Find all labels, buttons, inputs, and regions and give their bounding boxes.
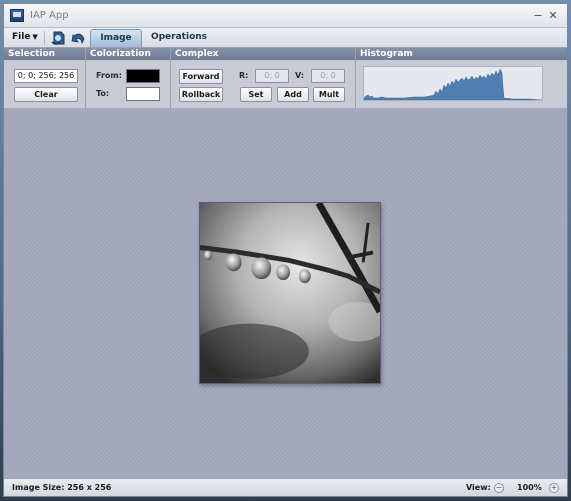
histogram-chart — [363, 66, 543, 101]
status-bar: Image Size: 256 x 256 View: − 100% + — [4, 478, 567, 496]
from-color-swatch[interactable] — [126, 69, 160, 83]
rollback-button[interactable]: Rollback — [179, 87, 223, 102]
file-menu-label: File — [12, 32, 31, 42]
colorization-header: Colorization — [86, 48, 170, 60]
undo-icon[interactable] — [70, 30, 86, 46]
menu-separator — [44, 31, 45, 45]
complex-header: Complex — [171, 48, 355, 60]
zoom-level: 100% — [517, 483, 542, 492]
close-button[interactable]: ✕ — [546, 9, 560, 23]
r-label: R: — [239, 71, 249, 80]
set-button[interactable]: Set — [240, 87, 272, 102]
image-size-label: Image Size: 256 x 256 — [12, 483, 112, 492]
to-color-swatch[interactable] — [126, 87, 160, 101]
tab-operations[interactable]: Operations — [148, 29, 210, 47]
from-label: From: — [96, 71, 122, 80]
to-label: To: — [96, 89, 110, 98]
menu-bar: File ▼ Image Operations — [4, 28, 567, 48]
window-title: IAP App — [30, 10, 69, 21]
clear-button[interactable]: Clear — [14, 87, 78, 102]
app-icon — [10, 9, 24, 22]
forward-button[interactable]: Forward — [179, 69, 223, 84]
add-button[interactable]: Add — [277, 87, 309, 102]
raindrop-photo[interactable] — [199, 202, 381, 384]
zoom-in-button[interactable]: + — [549, 483, 559, 493]
histogram-header: Histogram — [356, 48, 567, 60]
view-label: View: — [466, 483, 491, 492]
save-icon[interactable] — [50, 30, 66, 46]
title-bar[interactable]: IAP App − ✕ — [4, 4, 567, 28]
zoom-out-button[interactable]: − — [494, 483, 504, 493]
minimize-button[interactable]: − — [531, 9, 545, 23]
selection-field[interactable]: 0; 0; 256; 256 — [14, 69, 78, 83]
file-menu[interactable]: File ▼ — [12, 32, 38, 42]
mult-button[interactable]: Mult — [313, 87, 345, 102]
app-window: IAP App − ✕ File ▼ Image Operations Selec… — [3, 3, 568, 497]
r-field[interactable]: 0; 0 — [255, 69, 289, 83]
v-label: V: — [295, 71, 305, 80]
v-field[interactable]: 0; 0 — [311, 69, 345, 83]
histogram-area — [364, 68, 542, 100]
image-canvas[interactable] — [10, 109, 563, 475]
selection-header: Selection — [4, 48, 85, 60]
chevron-down-icon: ▼ — [32, 33, 38, 41]
tab-image[interactable]: Image — [90, 29, 142, 47]
